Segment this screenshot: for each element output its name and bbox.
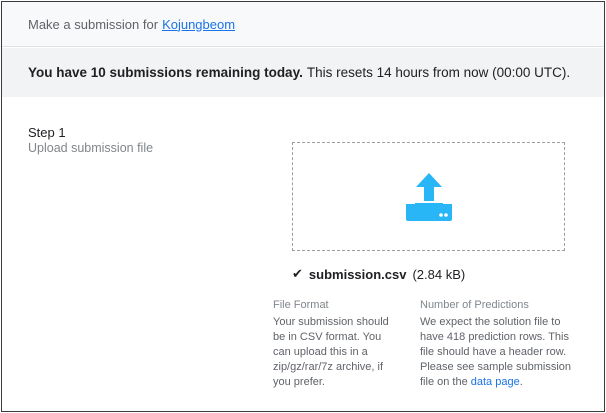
check-icon: ✔ xyxy=(292,266,303,281)
file-size: (2.84 kB) xyxy=(412,266,466,282)
predictions-body: We expect the solution file to have 418 … xyxy=(420,315,585,390)
file-format-info: File Format Your submission should be in… xyxy=(273,299,393,390)
username-link[interactable]: Kojungbeom xyxy=(162,17,235,32)
step-subtitle: Upload submission file xyxy=(28,141,154,155)
file-format-body: Your submission should be in CSV format.… xyxy=(273,316,389,388)
step-title: Step 1 xyxy=(28,125,66,140)
panel-header: Make a submission for Kojungbeom xyxy=(2,2,604,47)
remaining-count-text: You have 10 submissions remaining today. xyxy=(28,65,303,80)
submission-panel: Make a submission for Kojungbeom You hav… xyxy=(1,1,605,412)
file-dropzone[interactable] xyxy=(292,142,565,251)
data-page-link[interactable]: data page xyxy=(471,376,520,388)
submissions-remaining-notice: You have 10 submissions remaining today.… xyxy=(2,48,604,97)
upload-icon xyxy=(405,172,452,221)
file-name: submission.csv xyxy=(308,266,407,282)
predictions-info: Number of Predictions We expect the solu… xyxy=(420,299,585,390)
header-prefix: Make a submission for xyxy=(28,16,159,32)
file-format-title: File Format xyxy=(273,299,329,311)
uploaded-file: ✔ submission.csv (2.84 kB) xyxy=(292,266,465,282)
reset-time-text: This resets 14 hours from now (00:00 UTC… xyxy=(306,65,571,80)
predictions-title: Number of Predictions xyxy=(420,299,529,311)
predictions-end: . xyxy=(519,376,523,388)
